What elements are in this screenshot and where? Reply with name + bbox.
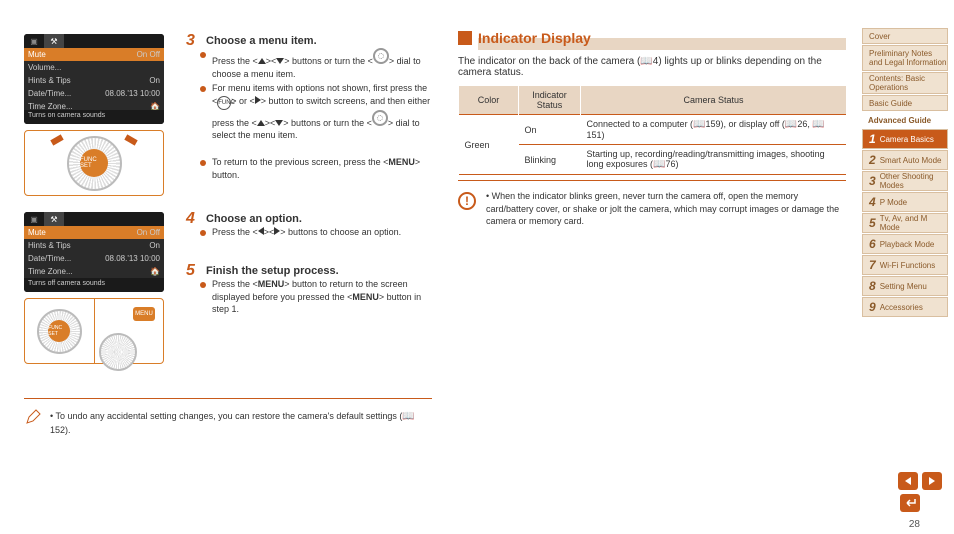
step-3-number: 3: [186, 32, 195, 50]
bullet-icon: [200, 160, 206, 166]
step-3-text-2: For menu items with options not shown, f…: [212, 82, 432, 142]
step-4-number: 4: [186, 210, 195, 228]
pager: [898, 472, 942, 490]
bullet-icon: [200, 86, 206, 92]
step-5-text: Press the <MENU> button to return to the…: [212, 278, 432, 316]
cell-blinking: Blinking: [519, 145, 581, 175]
nav-ch1[interactable]: 1Camera Basics: [862, 129, 948, 149]
nav-ch4[interactable]: 4P Mode: [862, 192, 948, 212]
chevron-left-icon: [905, 477, 911, 485]
return-icon: [904, 498, 916, 508]
step-3-title: Choose a menu item.: [206, 35, 317, 47]
nav-ch6[interactable]: 6Playback Mode: [862, 234, 948, 254]
prev-page-button[interactable]: [898, 472, 918, 490]
nav-contents[interactable]: Contents: Basic Operations: [862, 72, 948, 94]
nav-ch9[interactable]: 9Accessories: [862, 297, 948, 317]
nav-ch7[interactable]: 7Wi-Fi Functions: [862, 255, 948, 275]
note-text: • To undo any accidental setting changes…: [50, 410, 430, 437]
warning-text: • When the indicator blinks green, never…: [486, 190, 846, 228]
func-set-icon: FUNC: [217, 96, 231, 110]
nav-advanced-guide[interactable]: Advanced Guide: [862, 112, 948, 128]
intro-text: The indicator on the back of the camera …: [458, 56, 846, 78]
row-mute: Mute: [28, 50, 137, 59]
tab-tools-icon: ⚒: [44, 34, 64, 48]
page-number: 28: [909, 519, 920, 530]
cell-on: On: [519, 115, 581, 145]
step-5-number: 5: [186, 262, 195, 280]
section-heading: Indicator Display: [458, 30, 591, 46]
th-camera-status: Camera Status: [581, 86, 847, 115]
up-icon: [257, 120, 265, 126]
book-icon: 📖: [640, 56, 652, 67]
chevron-right-icon: [929, 477, 935, 485]
cell-desc-on: Connected to a computer (📖159), or displ…: [581, 115, 847, 145]
return-button[interactable]: [900, 494, 920, 512]
book-icon: 📖: [402, 411, 414, 422]
right-icon: [274, 227, 280, 235]
nav-ch2[interactable]: 2Smart Auto Mode: [862, 150, 948, 170]
nav-ch3[interactable]: 3Other Shooting Modes: [862, 171, 948, 191]
bullet-icon: [200, 52, 206, 58]
up-icon: [258, 58, 266, 64]
pencil-icon: [24, 408, 42, 426]
tab-camera-icon: ▣: [24, 34, 44, 48]
toc-sidebar: Cover Preliminary Notes and Legal Inform…: [862, 28, 948, 317]
bullet-icon: [200, 282, 206, 288]
step-3-text-1: Press the <><> buttons or turn the <> di…: [212, 48, 422, 80]
dial-illustration-1: FUNC SET: [24, 130, 164, 196]
nav-legal[interactable]: Preliminary Notes and Legal Information: [862, 45, 948, 71]
step-4-title: Choose an option.: [206, 213, 302, 225]
camera-screen-1: ▣ ⚒ MuteOn Off Volume... Hints & TipsOn …: [24, 34, 164, 124]
indicator-table: Color Indicator Status Camera Status Gre…: [458, 86, 846, 175]
book-icon: 📖: [812, 119, 824, 130]
dial-icon: [372, 110, 388, 126]
tab-tools-icon: ⚒: [44, 212, 64, 226]
nav-ch8[interactable]: 8Setting Menu: [862, 276, 948, 296]
dial-illustration-2: FUNC SET MENU: [24, 298, 164, 364]
book-icon: 📖: [653, 159, 665, 170]
th-status: Indicator Status: [519, 86, 581, 115]
step-5-title: Finish the setup process.: [206, 265, 339, 277]
warning-icon: !: [458, 192, 476, 210]
nav-basic-guide[interactable]: Basic Guide: [862, 95, 948, 111]
th-color: Color: [459, 86, 519, 115]
nav-ch5[interactable]: 5Tv, Av, and M Mode: [862, 213, 948, 233]
tab-camera-icon: ▣: [24, 212, 44, 226]
dial-icon: [373, 48, 389, 64]
book-icon: 📖: [785, 119, 797, 130]
nav-cover[interactable]: Cover: [862, 28, 948, 44]
book-icon: 📖: [693, 119, 705, 130]
step-4-text: Press the <><> buttons to choose an opti…: [212, 226, 422, 239]
bullet-icon: [200, 230, 206, 236]
next-page-button[interactable]: [922, 472, 942, 490]
step-3-text-3: To return to the previous screen, press …: [212, 156, 422, 181]
down-icon: [276, 58, 284, 64]
cell-color: Green: [459, 115, 519, 175]
left-icon: [258, 227, 264, 235]
cell-desc-blink: Starting up, recording/reading/transmitt…: [581, 145, 847, 175]
camera-screen-2: ▣ ⚒ MuteOn Off Hints & TipsOn Date/Time.…: [24, 212, 164, 292]
